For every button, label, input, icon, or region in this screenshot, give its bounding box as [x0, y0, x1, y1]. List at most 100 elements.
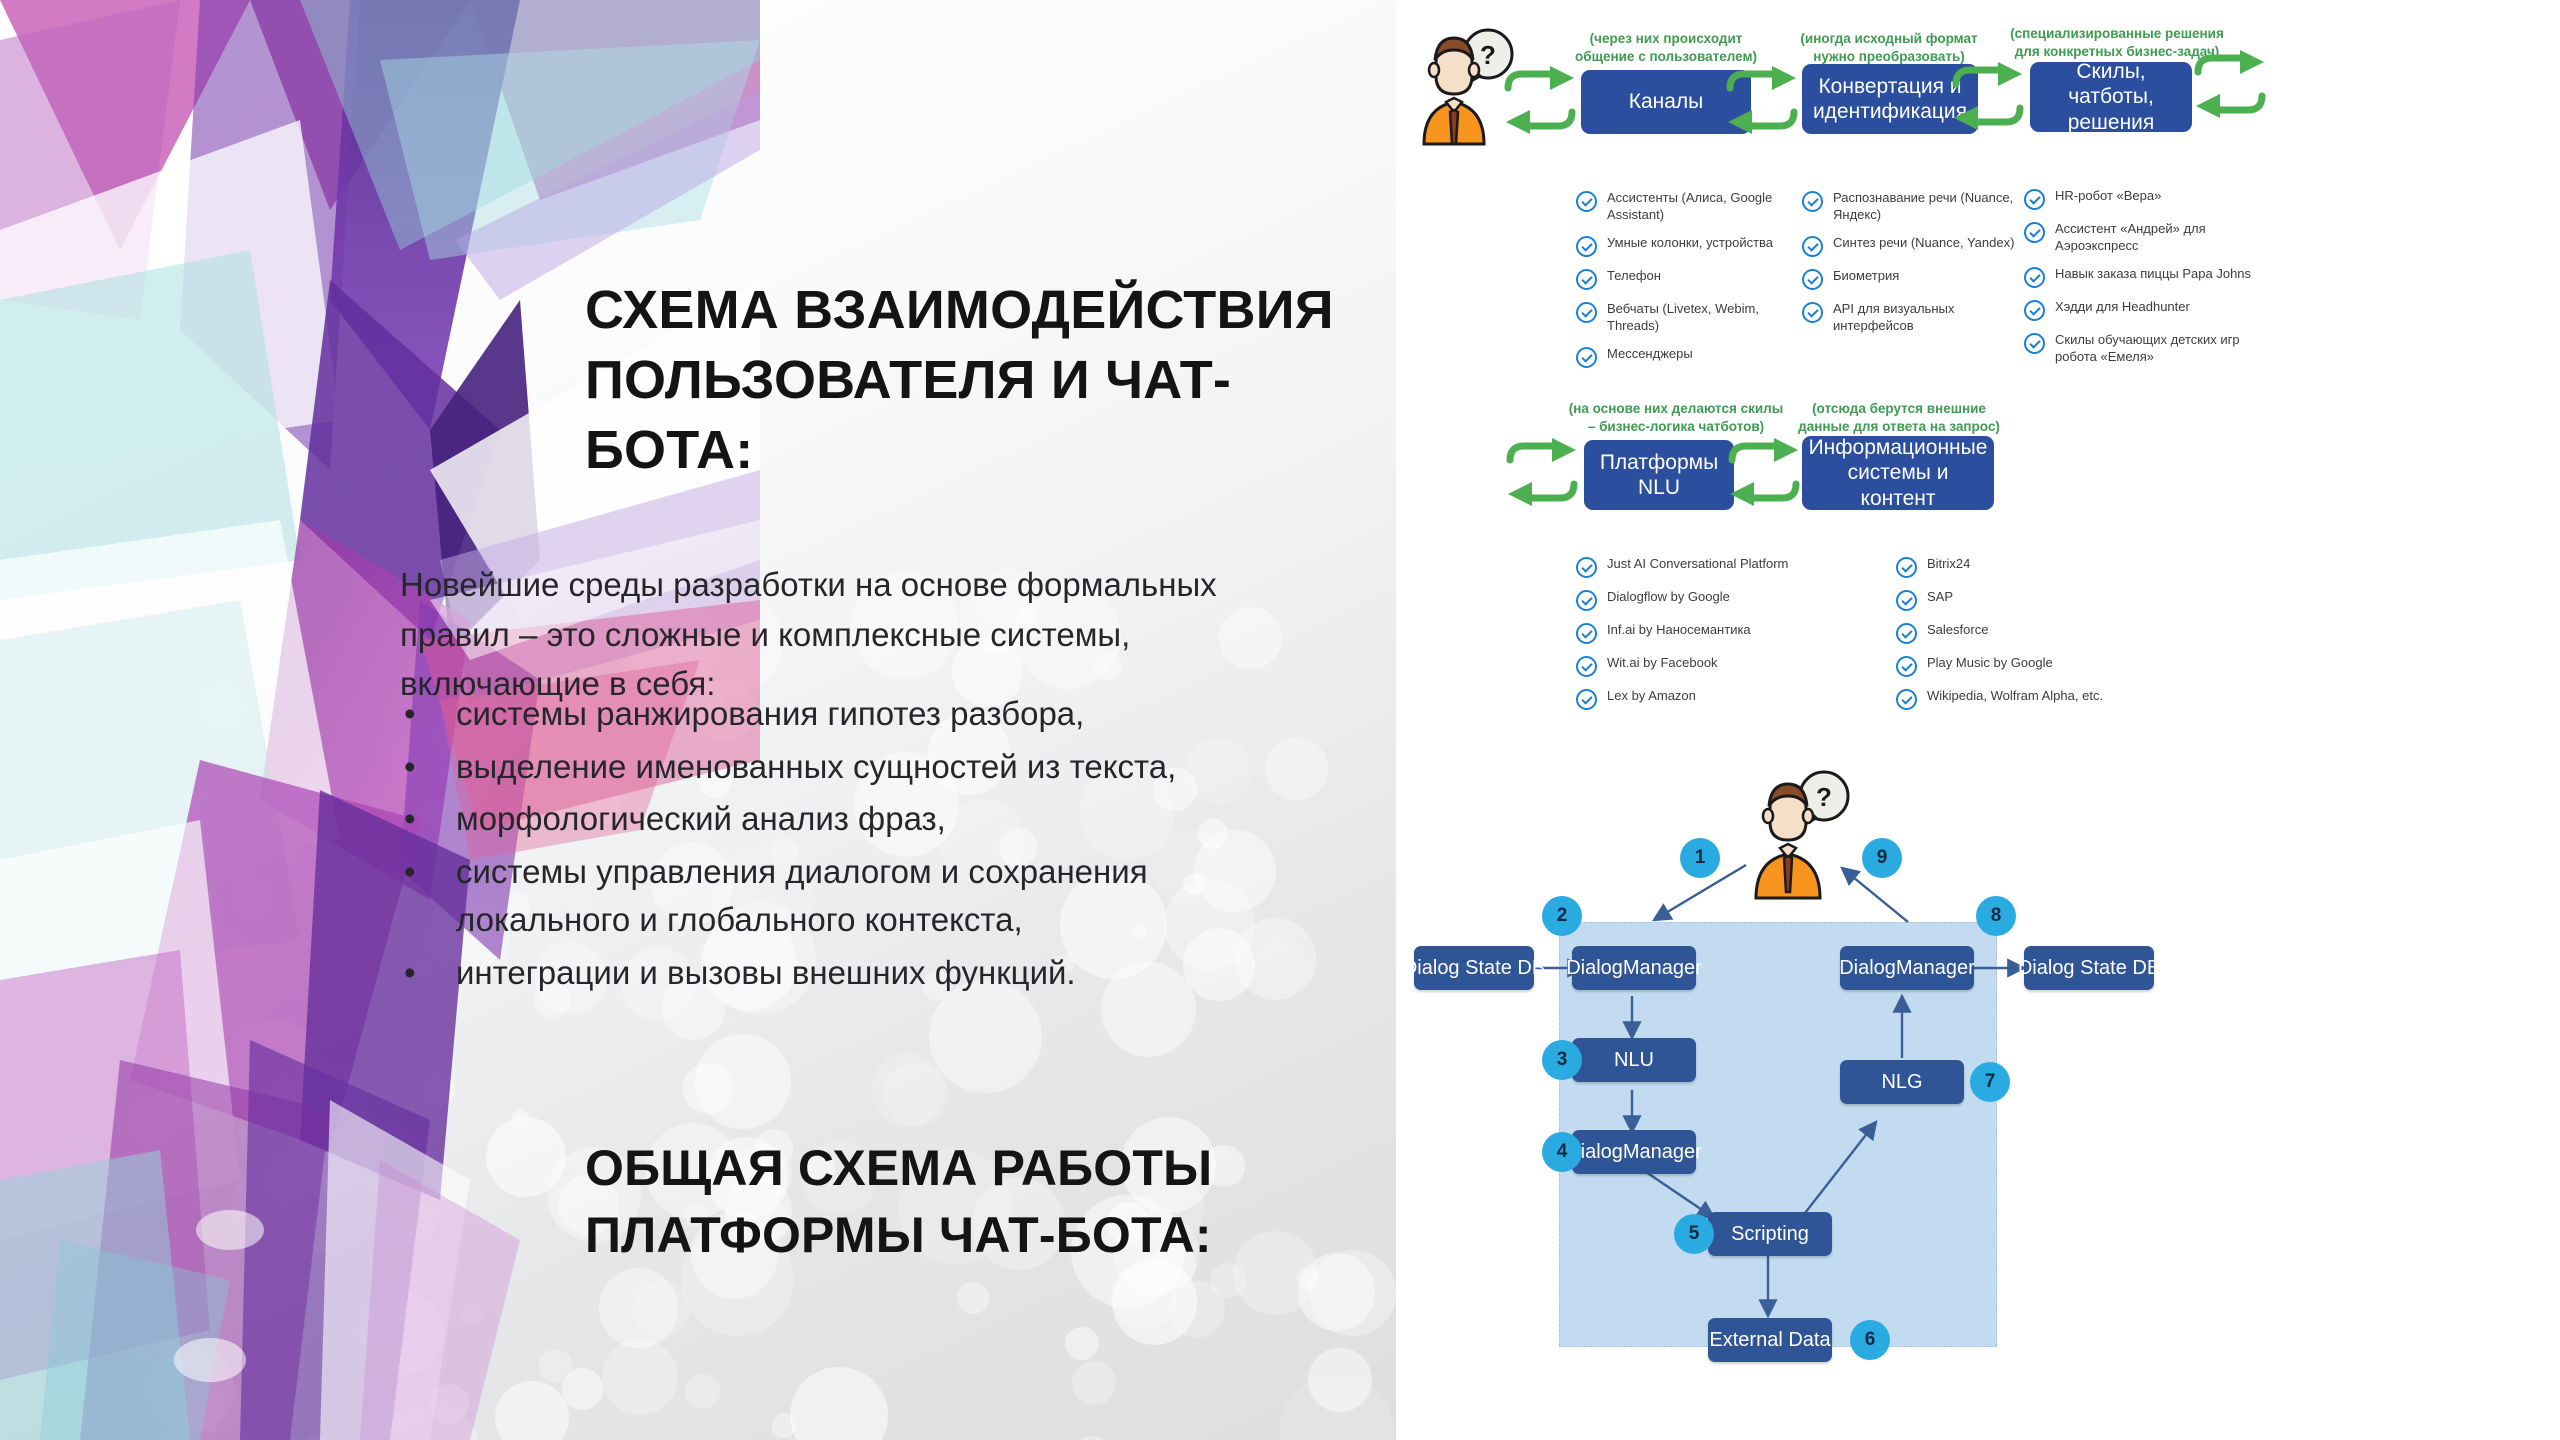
list-item-label: Ассистенты (Алиса, Google Assistant)	[1607, 190, 1773, 222]
list-item-label: морфологический анализ фраз,	[456, 800, 946, 837]
bullet-marker: •	[404, 695, 416, 732]
list-item-label: Мессенджеры	[1607, 345, 1693, 361]
list-item-label: Вебчаты (Livetex, Webim, Threads)	[1607, 300, 1759, 333]
check-circle-icon	[1896, 656, 1917, 677]
step-badge-6: 6	[1850, 1320, 1890, 1360]
flowbox-db-left[interactable]: Dialog State DB	[1403, 946, 1545, 990]
checklist-nlu: Just AI Conversational Platform Dialogflo…	[1576, 556, 1810, 721]
list-item: Play Music by Google	[1896, 655, 2130, 677]
svg-text:?: ?	[1816, 782, 1832, 812]
step-badge-2: 2	[1542, 896, 1582, 936]
check-circle-icon	[1576, 623, 1597, 644]
caption-channels: (через них происходит общение с пользова…	[1575, 31, 1757, 64]
list-item: Dialogflow by Google	[1576, 589, 1810, 611]
check-circle-icon	[1802, 235, 1823, 257]
checklist-conversion: Распознавание речи (Nuance, Яндекс) Синте…	[1802, 190, 2020, 346]
list-item-label: SAP	[1927, 589, 1954, 604]
list-item: Ассистент «Андрей» для Аэроэкспресс	[2024, 221, 2284, 255]
green-arrows-1	[1504, 66, 1576, 134]
page-title-secondary: ОБЩАЯ СХЕМА РАБОТЫ ПЛАТФОРМЫ ЧАТ-БОТА:	[585, 1140, 1213, 1263]
flowbox-nlu[interactable]: NLU	[1572, 1038, 1696, 1082]
check-circle-icon	[1896, 557, 1917, 578]
check-circle-icon	[2024, 332, 2045, 354]
list-item-label: выделение именованных сущностей из текст…	[456, 747, 1177, 785]
list-item-label: Навык заказа пиццы Papa Johns	[2055, 265, 2252, 281]
flowbox-dm-left[interactable]: DialogManager	[1566, 946, 1702, 990]
check-circle-icon	[1576, 235, 1597, 257]
person-question-icon-bottom: ?	[1748, 770, 1856, 900]
checklist-infosystems: Bitrix24 SAP Salesforce Play Music by Googl…	[1896, 556, 2130, 721]
list-item-label: Just AI Conversational Platform	[1607, 556, 1789, 571]
check-circle-icon	[1576, 656, 1597, 677]
list-item-label: Скилы обучающих детских игр робота «Емел…	[2055, 331, 2240, 364]
step-badge-1: 1	[1680, 838, 1720, 878]
intro-paragraph: Новейшие среды разработки на основе форм…	[400, 566, 1217, 702]
list-item-label: API для визуальных интерфейсов	[1833, 300, 1955, 333]
list-item-label: Синтез речи (Nuance, Yandex)	[1833, 234, 2015, 250]
box-skills[interactable]: Скилы, чатботы, решения	[2030, 60, 2192, 134]
list-item: Синтез речи (Nuance, Yandex)	[1802, 235, 2020, 257]
list-item-label: Salesforce	[1927, 622, 1989, 637]
green-arrows-5	[1506, 438, 1578, 506]
list-item-label: Play Music by Google	[1927, 655, 2053, 670]
list-item: Распознавание речи (Nuance, Яндекс)	[1802, 190, 2020, 224]
box-infosystems[interactable]: Информационные системы и контент	[1802, 436, 1994, 510]
flowbox-scripting[interactable]: Scripting	[1708, 1212, 1832, 1256]
green-arrows-3	[1952, 62, 2024, 130]
list-item-label: Ассистент «Андрей» для Аэроэкспресс	[2055, 221, 2206, 253]
list-item: Вебчаты (Livetex, Webim, Threads)	[1576, 301, 1814, 335]
list-item: Мессенджеры	[1576, 346, 1814, 368]
caption-conversion: (иногда исходный формат нужно преобразов…	[1800, 31, 1978, 64]
list-item: • выделение именованных сущностей из текс…	[400, 743, 1330, 792]
list-item-label: Wit.ai by Facebook	[1607, 655, 1718, 670]
bullet-marker: •	[404, 852, 416, 890]
list-item-label: Inf.ai by Наносемантика	[1607, 622, 1751, 637]
check-circle-icon	[2024, 266, 2045, 288]
slide-canvas: СХЕМА ВЗАИМОДЕЙСТВИЯ ПОЛЬЗОВАТЕЛЯ И ЧАТ-…	[0, 0, 2560, 1440]
bullet-marker: •	[404, 800, 416, 837]
list-item: Lex by Amazon	[1576, 688, 1810, 710]
list-item: Скилы обучающих детских игр робота «Емел…	[2024, 332, 2284, 366]
check-circle-icon	[1576, 268, 1597, 290]
list-item: Wikipedia, Wolfram Alpha, etc.	[1896, 688, 2130, 710]
check-circle-icon	[1896, 590, 1917, 611]
step-badge-8: 8	[1976, 896, 2016, 936]
list-item: HR-робот «Вера»	[2024, 188, 2284, 210]
list-item-label: Wikipedia, Wolfram Alpha, etc.	[1927, 688, 2104, 703]
bullet-marker: •	[404, 953, 416, 991]
green-arrows-6	[1728, 438, 1800, 506]
bullet-marker: •	[404, 747, 416, 785]
check-circle-icon	[1576, 590, 1597, 611]
list-item: Bitrix24	[1896, 556, 2130, 578]
list-item: Salesforce	[1896, 622, 2130, 644]
bullet-list: • системы ранжирования гипотез разбора, • в…	[400, 690, 1330, 1001]
list-item-label: Распознавание речи (Nuance, Яндекс)	[1833, 190, 2014, 222]
list-item-label: Умные колонки, устройства	[1607, 234, 1774, 250]
green-arrows-2	[1726, 66, 1798, 134]
list-item-label: интеграции и вызовы внешних функций.	[456, 953, 1076, 991]
page-title: СХЕМА ВЗАИМОДЕЙСТВИЯ ПОЛЬЗОВАТЕЛЯ И ЧАТ-…	[585, 280, 1334, 481]
box-nlu[interactable]: Платформы NLU	[1584, 440, 1734, 510]
list-item-label: HR-робот «Вера»	[2055, 188, 2162, 203]
step-badge-3: 3	[1542, 1040, 1582, 1080]
check-circle-icon	[1576, 346, 1597, 368]
list-item: SAP	[1896, 589, 2130, 611]
list-item-label: Биометрия	[1833, 267, 1900, 283]
list-item: Телефон	[1576, 268, 1814, 290]
step-badge-5: 5	[1674, 1214, 1714, 1254]
list-item: • морфологический анализ фраз,	[400, 795, 1330, 844]
check-circle-icon	[1576, 301, 1597, 323]
flowbox-db-right[interactable]: Dialog State DB	[2018, 946, 2160, 990]
caption-infosystems: (отсюда берутся внешние данные для ответ…	[1798, 401, 2000, 434]
list-item: Wit.ai by Facebook	[1576, 655, 1810, 677]
check-circle-icon	[1896, 689, 1917, 710]
flowbox-dm-mid[interactable]: DialogManager	[1566, 1130, 1702, 1174]
flowbox-nlg[interactable]: NLG	[1840, 1060, 1964, 1104]
list-item: • системы ранжирования гипотез разбора,	[400, 690, 1330, 739]
flowbox-dm-right[interactable]: DialogManager	[1839, 946, 1975, 990]
checklist-channels: Ассистенты (Алиса, Google Assistant) Умны…	[1576, 190, 1814, 379]
list-item: • системы управления диалогом и сохранени…	[400, 848, 1330, 945]
list-item: Ассистенты (Алиса, Google Assistant)	[1576, 190, 1814, 224]
flowbox-external[interactable]: External Data	[1708, 1318, 1832, 1362]
list-item: Inf.ai by Наносемантика	[1576, 622, 1810, 644]
